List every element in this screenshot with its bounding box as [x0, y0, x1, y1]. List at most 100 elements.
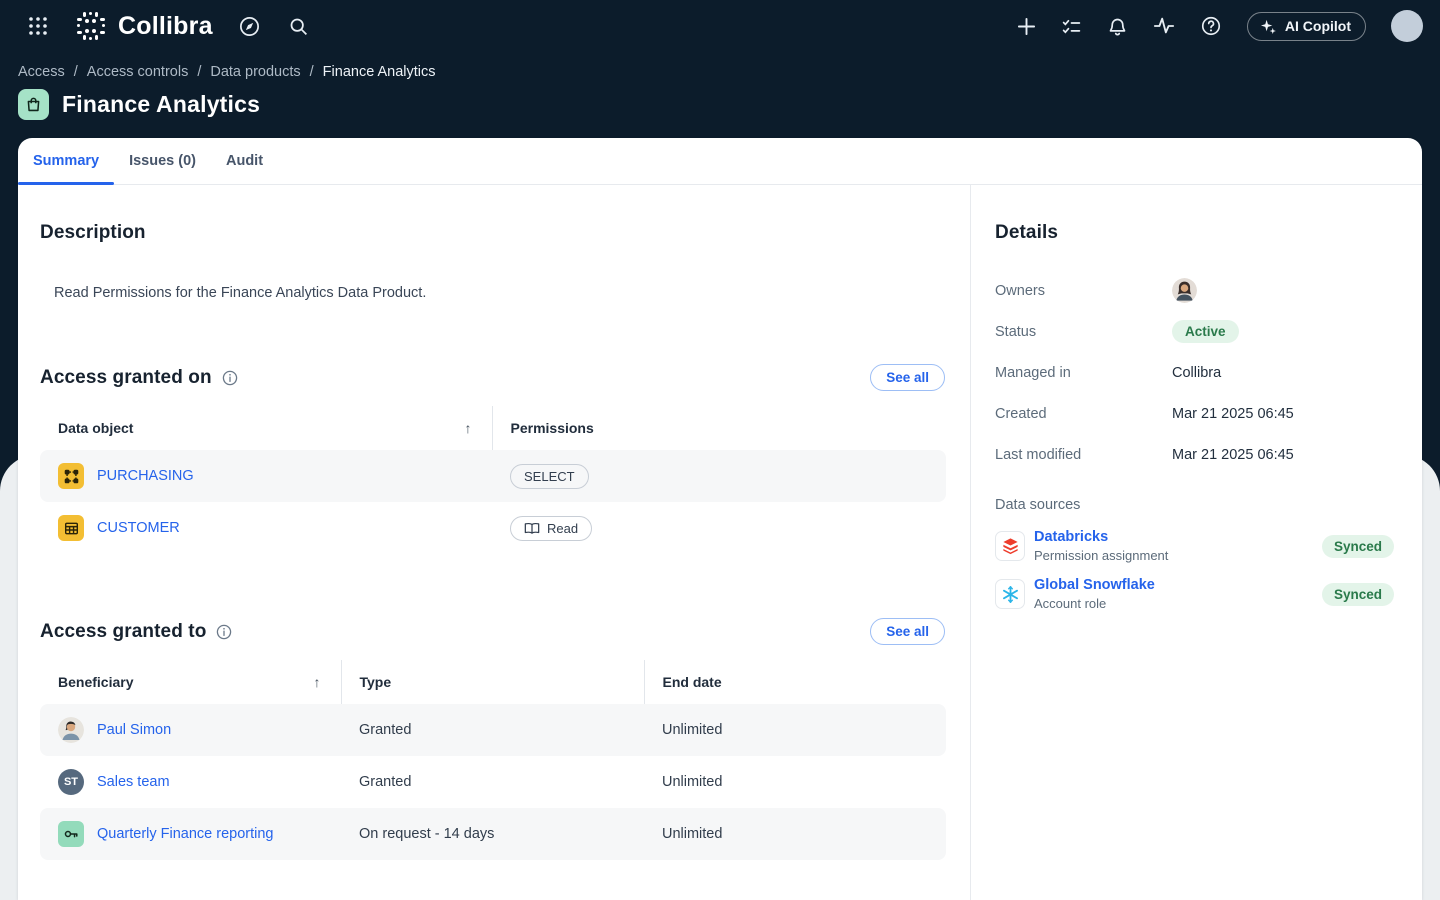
see-all-granted-to-button[interactable]: See all [870, 618, 945, 645]
data-source-link[interactable]: Global Snowflake [1034, 577, 1155, 593]
data-object-link[interactable]: CUSTOMER [97, 520, 180, 536]
data-source-item: Databricks Permission assignment Synced [995, 529, 1398, 563]
tasks-checklist-icon[interactable] [1061, 16, 1082, 37]
beneficiary-link[interactable]: Sales team [97, 774, 170, 790]
explore-compass-icon[interactable] [238, 15, 261, 38]
last-modified-label: Last modified [995, 447, 1172, 463]
tab-issues[interactable]: Issues (0) [114, 138, 211, 184]
description-heading: Description [40, 222, 970, 244]
breadcrumb-current: Finance Analytics [323, 64, 436, 80]
last-modified-field: Last modified Mar 21 2025 06:45 [995, 434, 1398, 475]
collibra-app: Collibra [0, 0, 1440, 900]
status-field: Status Active [995, 311, 1398, 352]
grant-type: Granted [359, 722, 411, 738]
breadcrumb: Access / Access controls / Data products… [18, 64, 436, 80]
description-text: Read Permissions for the Finance Analyti… [54, 285, 970, 301]
table-row: Paul Simon Granted Unlimited [40, 704, 946, 756]
managed-in-field: Managed in Collibra [995, 352, 1398, 393]
permission-label: SELECT [524, 469, 575, 484]
created-value: Mar 21 2025 06:45 [1172, 406, 1294, 422]
data-source-subtitle: Account role [1034, 596, 1155, 611]
sparkles-icon [1260, 18, 1277, 35]
data-source-subtitle: Permission assignment [1034, 548, 1168, 563]
apps-grid-icon[interactable] [28, 16, 48, 36]
breadcrumb-data-products[interactable]: Data products [210, 64, 300, 80]
grant-type: On request - 14 days [359, 826, 494, 842]
created-field: Created Mar 21 2025 06:45 [995, 393, 1398, 434]
notifications-bell-icon[interactable] [1107, 16, 1128, 37]
tab-bar: Summary Issues (0) Audit [18, 138, 1422, 185]
breadcrumb-access[interactable]: Access [18, 64, 65, 80]
asset-card: Summary Issues (0) Audit Description Rea… [18, 138, 1422, 900]
breadcrumb-access-controls[interactable]: Access controls [87, 64, 189, 80]
user-photo-avatar [58, 717, 84, 743]
end-date: Unlimited [662, 722, 722, 738]
permission-badge: SELECT [510, 464, 589, 489]
databricks-logo-icon [995, 531, 1025, 561]
tab-audit[interactable]: Audit [211, 138, 278, 184]
page-title-row: Finance Analytics [18, 89, 260, 120]
data-source-item: Global Snowflake Account role Synced [995, 577, 1398, 611]
created-label: Created [995, 406, 1172, 422]
column-end-date[interactable]: End date [644, 660, 946, 704]
column-beneficiary[interactable]: Beneficiary [58, 674, 133, 690]
sort-ascending-icon[interactable]: ↑ [314, 674, 321, 690]
permission-label: Read [547, 521, 578, 536]
synced-badge: Synced [1322, 535, 1394, 558]
beneficiary-link[interactable]: Paul Simon [97, 722, 171, 738]
collibra-home-link[interactable]: Collibra [75, 10, 213, 42]
snowflake-logo-icon [995, 579, 1025, 609]
managed-in-value: Collibra [1172, 365, 1221, 381]
ai-copilot-label: AI Copilot [1285, 18, 1351, 34]
help-icon[interactable] [1200, 15, 1222, 37]
book-icon [524, 522, 540, 535]
breadcrumb-separator: / [197, 64, 201, 80]
data-source-link[interactable]: Databricks [1034, 529, 1168, 545]
collibra-logo-icon [75, 10, 107, 42]
details-heading: Details [995, 222, 1422, 244]
schema-icon [58, 463, 84, 489]
owner-avatar[interactable] [1172, 278, 1197, 303]
owners-field: Owners [995, 270, 1398, 311]
access-granted-to-table: Beneficiary ↑ Type End date [40, 660, 946, 860]
user-avatar[interactable] [1391, 10, 1423, 42]
permission-badge: Read [510, 516, 592, 541]
managed-in-label: Managed in [995, 365, 1172, 381]
table-icon [58, 515, 84, 541]
owners-label: Owners [995, 283, 1172, 299]
top-navigation: Collibra [0, 0, 1440, 52]
access-granted-on-heading: Access granted on [40, 367, 212, 389]
column-permissions[interactable]: Permissions [492, 406, 946, 450]
see-all-granted-on-button[interactable]: See all [870, 364, 945, 391]
breadcrumb-separator: / [310, 64, 314, 80]
table-row: ST Sales team Granted Unlimited [40, 756, 946, 808]
access-granted-to-heading: Access granted to [40, 621, 206, 643]
search-icon[interactable] [288, 16, 309, 37]
data-object-link[interactable]: PURCHASING [97, 468, 194, 484]
table-row: Quarterly Finance reporting On request -… [40, 808, 946, 860]
grant-type: Granted [359, 774, 411, 790]
column-data-object[interactable]: Data object [58, 420, 133, 436]
shopping-bag-icon [18, 89, 49, 120]
summary-main-column: Description Read Permissions for the Fin… [18, 185, 971, 900]
tab-summary[interactable]: Summary [18, 138, 114, 184]
column-type[interactable]: Type [341, 660, 644, 704]
table-row: CUSTOMER [40, 502, 946, 554]
ai-copilot-button[interactable]: AI Copilot [1247, 12, 1366, 41]
synced-badge: Synced [1322, 583, 1394, 606]
table-row: PURCHASING SELECT [40, 450, 946, 502]
last-modified-value: Mar 21 2025 06:45 [1172, 447, 1294, 463]
breadcrumb-separator: / [74, 64, 78, 80]
status-label: Status [995, 324, 1172, 340]
sort-ascending-icon[interactable]: ↑ [465, 420, 472, 436]
access-granted-on-table: Data object ↑ Permissions [40, 406, 946, 554]
page-title: Finance Analytics [62, 91, 260, 118]
info-icon[interactable] [216, 624, 232, 640]
key-icon [58, 821, 84, 847]
details-panel: Details Owners [971, 185, 1422, 900]
info-icon[interactable] [222, 370, 238, 386]
activity-pulse-icon[interactable] [1153, 15, 1175, 37]
plus-icon[interactable] [1017, 17, 1036, 36]
end-date: Unlimited [662, 774, 722, 790]
beneficiary-link[interactable]: Quarterly Finance reporting [97, 826, 274, 842]
